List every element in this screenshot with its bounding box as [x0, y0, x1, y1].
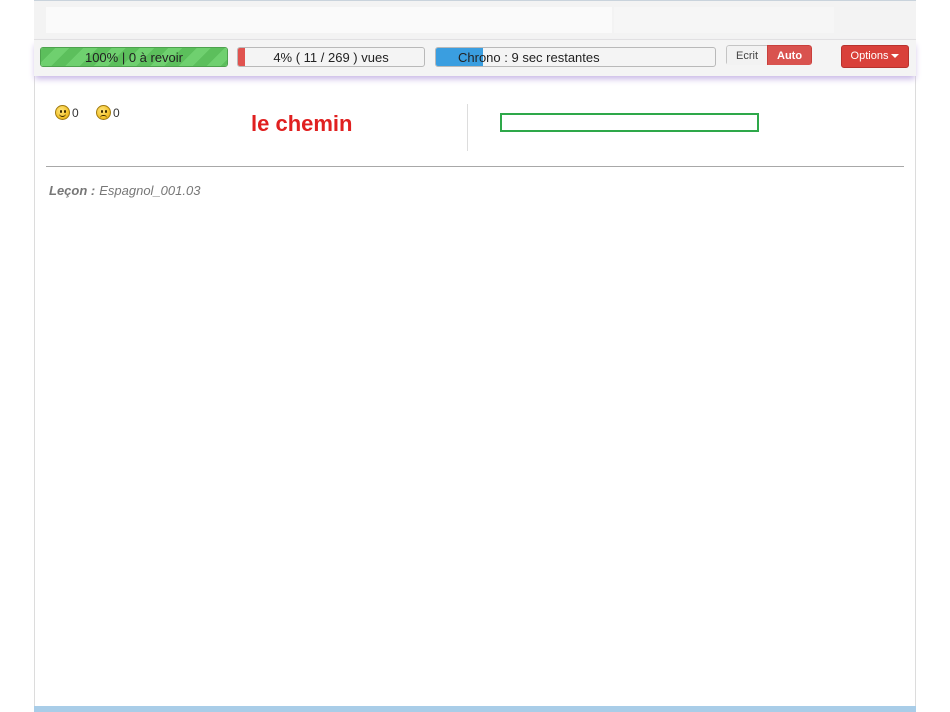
options-label: Options [850, 50, 889, 62]
mode-auto-button[interactable]: Auto [767, 45, 813, 65]
options-button[interactable]: Options [841, 45, 909, 68]
lesson-name: Espagnol_001.03 [99, 183, 201, 198]
top-header [34, 0, 916, 40]
mode-toggle: Ecrit Auto [726, 45, 813, 65]
header-panel-right [614, 7, 834, 33]
correct-score: 0 [55, 105, 79, 120]
vertical-divider [467, 104, 468, 151]
wrong-score: 0 [96, 105, 120, 120]
app-frame [34, 0, 916, 712]
seen-progress-label: 4% ( 11 / 269 ) vues [273, 50, 389, 65]
lesson-info: Leçon : Espagnol_001.03 [49, 183, 200, 198]
wrong-count: 0 [113, 105, 120, 120]
header-panel-left [46, 7, 612, 33]
timer-label: Chrono : 9 sec restantes [458, 50, 600, 65]
horizontal-divider [46, 166, 904, 167]
timer-progress-bar: Chrono : 9 sec restantes [435, 47, 716, 67]
seen-progress-bar: 4% ( 11 / 269 ) vues [237, 47, 425, 67]
happy-face-icon [55, 105, 70, 120]
review-progress-label: 100% | 0 à revoir [84, 50, 184, 65]
caret-down-icon [891, 54, 900, 59]
sad-face-icon [96, 105, 111, 120]
lesson-label: Leçon : [49, 183, 96, 198]
review-progress-bar: 100% | 0 à revoir [40, 47, 228, 67]
correct-count: 0 [72, 105, 79, 120]
bottom-bar [34, 706, 916, 712]
answer-input[interactable] [500, 113, 759, 132]
mode-ecrit-button[interactable]: Ecrit [726, 45, 767, 65]
question-word: le chemin [251, 111, 353, 136]
